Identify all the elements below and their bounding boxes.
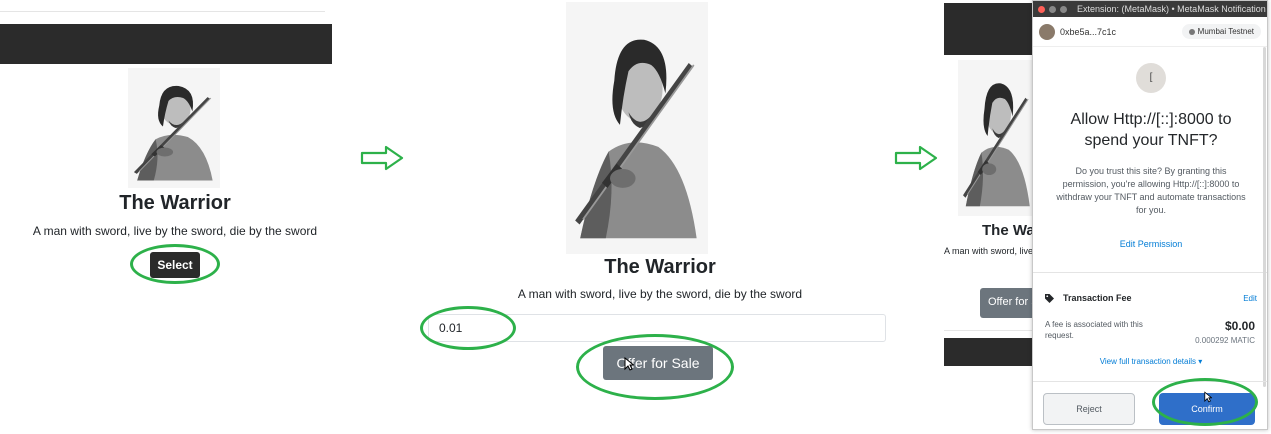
metamask-approval-panel: The Warrior A man with sword, live by th…	[944, 0, 1271, 434]
divider	[0, 11, 325, 12]
network-selector[interactable]: Mumbai Testnet	[1181, 24, 1261, 39]
fee-matic: 0.000292 MATIC	[1195, 336, 1255, 345]
window-minimize-icon[interactable]	[1049, 5, 1056, 13]
transaction-fee-row: Transaction Fee Edit	[1045, 293, 1257, 303]
reject-button[interactable]: Reject	[1043, 393, 1135, 425]
arrow-right-icon	[360, 145, 404, 171]
nft-image	[128, 68, 220, 188]
nft-description: A man with sword, live by the sword, die…	[944, 246, 1036, 256]
tag-icon	[1045, 293, 1054, 303]
edit-permission-link[interactable]: Edit Permission	[1033, 239, 1267, 249]
nft-title: The Warrior	[604, 256, 716, 278]
metamask-popup: Extension: (MetaMask) • MetaMask Notific…	[1032, 0, 1268, 430]
divider	[1033, 272, 1267, 273]
cursor-icon	[1204, 391, 1212, 403]
fee-label: Transaction Fee	[1063, 293, 1132, 303]
avatar	[1039, 23, 1055, 40]
network-icon	[1188, 28, 1195, 35]
offer-for-sale-button[interactable]: Offer for Sale	[980, 288, 1036, 318]
nft-image	[566, 2, 708, 254]
price-input[interactable]	[428, 314, 886, 342]
view-details-link[interactable]: View full transaction details ▾	[1033, 357, 1267, 366]
approval-description: Do you trust this site? By granting this…	[1056, 166, 1246, 215]
window-maximize-icon[interactable]	[1060, 5, 1067, 13]
window-title: Extension: (MetaMask) • MetaMask Notific…	[1077, 4, 1266, 14]
window-titlebar: Extension: (MetaMask) • MetaMask Notific…	[1033, 1, 1267, 17]
scrollbar[interactable]	[1263, 47, 1266, 387]
navbar	[944, 3, 1036, 55]
select-button[interactable]: Select	[150, 252, 200, 278]
navbar	[0, 24, 332, 64]
nft-title: The Warrior	[119, 192, 231, 214]
nft-image	[958, 60, 1036, 216]
nft-card-panel-1: The Warrior A man with sword, live by th…	[0, 0, 332, 434]
nft-card-panel-2: The Warrior A man with sword, live by th…	[410, 0, 890, 434]
offer-for-sale-button[interactable]: Offer for Sale	[603, 346, 713, 380]
site-icon: [	[1136, 63, 1166, 93]
network-label: Mumbai Testnet	[1197, 27, 1254, 36]
account-address: 0xbe5a...7c1c	[1060, 26, 1117, 37]
approval-heading: Allow Http://[::]:8000 to spend your TNF…	[1070, 111, 1232, 149]
footer-bar	[944, 338, 1036, 366]
fee-edit-link[interactable]: Edit	[1243, 294, 1257, 303]
chevron-down-icon: ▾	[1198, 357, 1203, 366]
fee-usd: $0.00	[1224, 319, 1255, 333]
divider	[944, 330, 1036, 331]
cursor-icon	[624, 357, 634, 371]
view-details-label: View full transaction details	[1099, 357, 1197, 366]
nft-description: A man with sword, live by the sword, die…	[32, 224, 318, 238]
fee-description: A fee is associated with this request.	[1045, 320, 1143, 340]
account-row: 0xbe5a...7c1c Mumbai Testnet	[1033, 17, 1267, 47]
window-close-icon[interactable]	[1038, 5, 1045, 13]
nft-description: A man with sword, live by the sword, die…	[517, 287, 803, 301]
arrow-right-icon	[894, 145, 938, 171]
